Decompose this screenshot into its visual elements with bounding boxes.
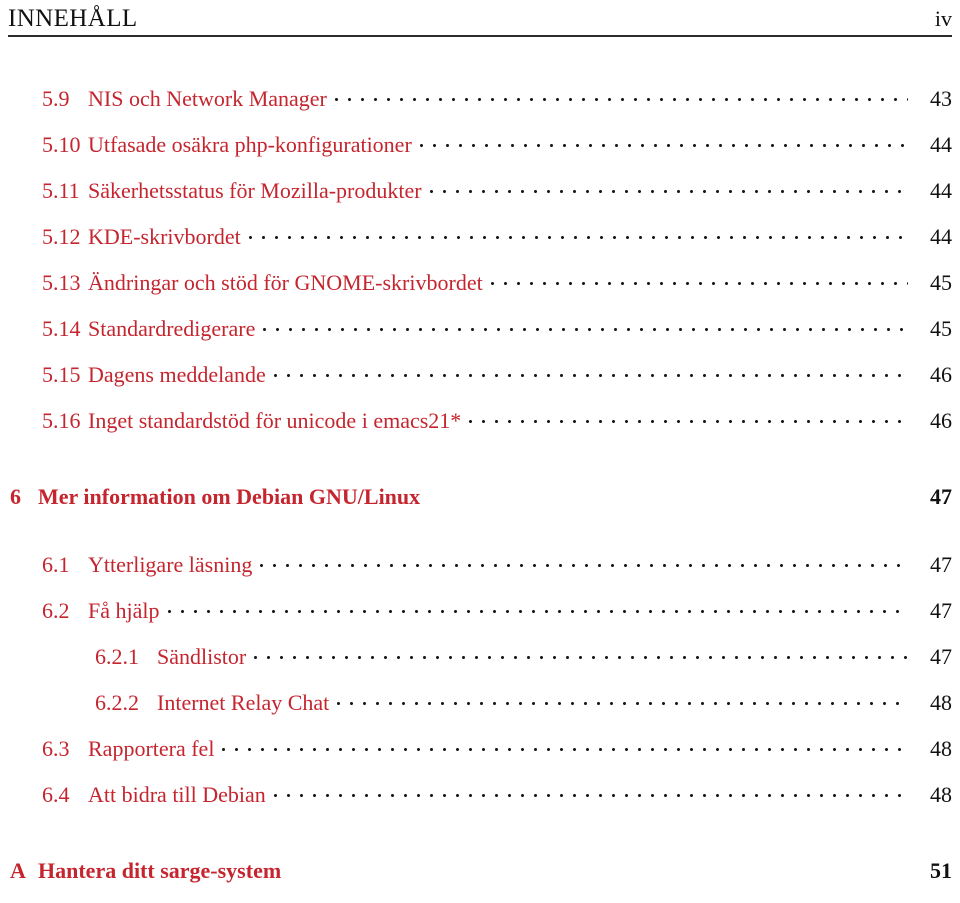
toc-entry-title[interactable]: Standardredigerare: [88, 316, 259, 342]
toc-entry-number: 6.2: [42, 598, 70, 623]
toc-dot-leader: [289, 856, 908, 878]
toc-entry-title[interactable]: Ytterligare läsning: [88, 552, 256, 578]
toc-entry-page-number: 45: [930, 316, 952, 341]
toc-dot-leader: [263, 314, 908, 336]
toc-entry[interactable]: 6.1 Ytterligare läsning 47: [0, 550, 960, 596]
toc-dot-leader: [334, 84, 908, 106]
toc-entry-title[interactable]: Att bidra till Debian: [88, 782, 270, 808]
toc-entry[interactable]: 5.16 Inget standardstöd för unicode i ema…: [0, 406, 960, 452]
toc-dot-leader: [248, 222, 908, 244]
running-header: INNEHÅLL iv: [8, 4, 952, 38]
toc-entry-page-number: 45: [930, 270, 952, 295]
toc-entry-page-number: 47: [930, 598, 952, 623]
toc-entry[interactable]: 5.12 KDE-skrivbordet 44: [0, 222, 960, 268]
toc-dot-leader: [273, 360, 908, 382]
toc-page: INNEHÅLL iv 5.9 NIS och Network Manager 43…: [0, 0, 960, 903]
toc-entry-page-number: 44: [930, 132, 952, 157]
toc-entry-page-number: 51: [930, 858, 952, 883]
toc-entry-number: 5.12: [42, 224, 81, 249]
toc-entry-page-number: 48: [930, 782, 952, 807]
toc-dot-leader: [260, 550, 908, 572]
toc-entry[interactable]: 5.9 NIS och Network Manager 43: [0, 84, 960, 130]
toc-entry-title[interactable]: Säkerhetsstatus för Mozilla-produkter: [88, 178, 426, 204]
toc-dot-leader: [222, 734, 908, 756]
toc-entry[interactable]: A Hantera ditt sarge-system 51: [0, 856, 960, 902]
toc-entry[interactable]: 5.11 Säkerhetsstatus för Mozilla-produkte…: [0, 176, 960, 222]
toc-entry-title[interactable]: Hantera ditt sarge-system: [38, 858, 285, 884]
toc-entry[interactable]: 5.15 Dagens meddelande 46: [0, 360, 960, 406]
toc-entry[interactable]: 6 Mer information om Debian GNU/Linux 47: [0, 482, 960, 528]
toc-entry-number: 6.2.2: [95, 690, 139, 715]
toc-entry-title[interactable]: Internet Relay Chat: [157, 690, 333, 716]
toc-dot-leader: [167, 596, 909, 618]
toc-entry-title[interactable]: Inget standardstöd för unicode i emacs21…: [88, 408, 465, 434]
toc-entry-number: 6.4: [42, 782, 70, 807]
toc-dot-leader: [273, 780, 908, 802]
toc-dot-leader: [337, 688, 908, 710]
toc-entry[interactable]: 6.2.1 Sändlistor 47: [0, 642, 960, 688]
toc-entry-page-number: 43: [930, 86, 952, 111]
toc-dot-leader: [469, 406, 908, 428]
header-title: INNEHÅLL: [8, 5, 138, 32]
header-rule: [8, 35, 952, 37]
toc-entry-page-number: 44: [930, 178, 952, 203]
toc-dot-leader: [254, 642, 908, 664]
toc-entry-page-number: 46: [930, 362, 952, 387]
toc-entry-title[interactable]: NIS och Network Manager: [88, 86, 331, 112]
toc-dot-leader: [419, 130, 908, 152]
toc-entry-title[interactable]: Ändringar och stöd för GNOME-skrivbordet: [88, 270, 487, 296]
header-page-number: iv: [934, 6, 952, 31]
toc-dot-leader: [490, 268, 908, 290]
toc-entry-title[interactable]: KDE-skrivbordet: [88, 224, 245, 250]
toc-entry-page-number: 46: [930, 408, 952, 433]
toc-entry-title[interactable]: Mer information om Debian GNU/Linux: [38, 484, 424, 510]
toc-entry-title[interactable]: Dagens meddelande: [88, 362, 270, 388]
table-of-contents: 5.9 NIS och Network Manager 43 5.10 Utfasade…: [0, 84, 960, 903]
toc-entry[interactable]: 6.4 Att bidra till Debian 48: [0, 780, 960, 826]
toc-dot-leader: [429, 176, 908, 198]
toc-entry-page-number: 48: [930, 690, 952, 715]
toc-entry-page-number: 47: [930, 484, 952, 509]
toc-entry-number: 5.11: [42, 178, 80, 203]
toc-entry[interactable]: 5.10 Utfasade osäkra php-konfigurationer 4…: [0, 130, 960, 176]
toc-entry-title[interactable]: Sändlistor: [157, 644, 250, 670]
toc-entry-page-number: 48: [930, 736, 952, 761]
toc-entry[interactable]: 6.2 Få hjälp 47: [0, 596, 960, 642]
toc-entry-title[interactable]: Rapportera fel: [88, 736, 218, 762]
toc-entry-number: 5.10: [42, 132, 81, 157]
toc-entry-number: 5.15: [42, 362, 81, 387]
toc-entry-page-number: 44: [930, 224, 952, 249]
toc-dot-leader: [428, 482, 908, 504]
toc-entry-number: 5.14: [42, 316, 81, 341]
toc-entry-number: 6.2.1: [95, 644, 139, 669]
toc-entry[interactable]: 5.13 Ändringar och stöd för GNOME-skrivbo…: [0, 268, 960, 314]
toc-entry-page-number: 47: [930, 552, 952, 577]
toc-entry[interactable]: 5.14 Standardredigerare 45: [0, 314, 960, 360]
toc-entry-number: 5.16: [42, 408, 81, 433]
toc-entry-page-number: 47: [930, 644, 952, 669]
toc-entry-title[interactable]: Utfasade osäkra php-konfigurationer: [88, 132, 416, 158]
toc-entry-number: 6.1: [42, 552, 70, 577]
toc-entry[interactable]: 6.2.2 Internet Relay Chat 48: [0, 688, 960, 734]
toc-entry[interactable]: 6.3 Rapportera fel 48: [0, 734, 960, 780]
toc-entry-number: 6.3: [42, 736, 70, 761]
toc-entry-number: 5.9: [42, 86, 70, 111]
toc-entry-title[interactable]: Få hjälp: [88, 598, 164, 624]
toc-entry-number: 6: [10, 484, 21, 509]
toc-entry-number: A: [10, 858, 26, 883]
toc-entry-number: 5.13: [42, 270, 81, 295]
